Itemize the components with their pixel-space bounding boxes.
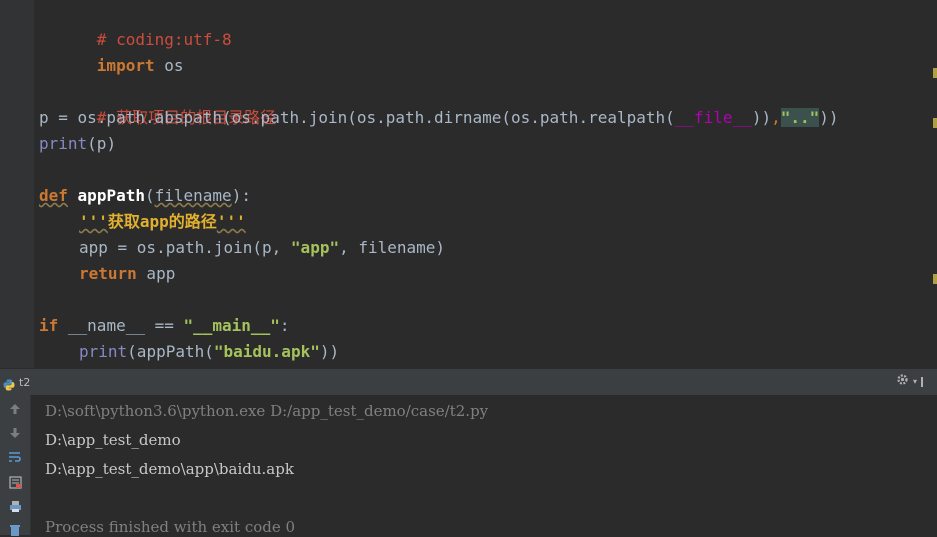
code-line: return app	[39, 261, 839, 287]
code-line: print(appPath("baidu.apk"))	[39, 339, 839, 365]
warning-marker[interactable]	[933, 68, 937, 78]
run-settings: ▾	[896, 373, 931, 390]
console-output-line: D:\app_test_demo	[45, 431, 181, 449]
console-command-line: D:\soft\python3.6\python.exe D:/app_test…	[45, 402, 489, 420]
code-editor[interactable]: # coding:utf-8 import os # 获取项目的根目录路径 p …	[0, 0, 937, 368]
run-tab[interactable]: t2	[0, 369, 30, 395]
console-output-line: D:\app_test_demo\app\baidu.apk	[45, 460, 294, 478]
string-literal: "baidu.apk"	[213, 342, 320, 361]
function-name: appPath	[77, 186, 145, 205]
run-toolbar	[0, 395, 31, 536]
warning-marker[interactable]	[933, 274, 937, 284]
string-literal: "__main__"	[183, 316, 280, 335]
dunder-token: __name__	[67, 316, 145, 335]
docstring-quote: '''	[216, 212, 246, 231]
code-line: p = os.path.abspath(os.path.join(os.path…	[39, 105, 839, 131]
python-icon	[3, 376, 15, 391]
gear-icon[interactable]	[896, 373, 909, 390]
code-text[interactable]: # coding:utf-8 import os # 获取项目的根目录路径 p …	[39, 1, 839, 365]
scroll-to-end-icon[interactable]	[7, 474, 23, 490]
code-line: print(p)	[39, 131, 839, 157]
string-literal: "app"	[290, 238, 340, 257]
dropdown-arrow-icon[interactable]: ▾	[913, 377, 917, 386]
code-token: (	[144, 186, 155, 205]
code-token: (appPath(	[127, 342, 214, 361]
parameter: filename	[154, 186, 232, 205]
docstring-quote: '''	[79, 212, 108, 231]
code-token: :	[279, 316, 290, 335]
code-token: os	[154, 56, 184, 75]
console-exit-line: Process finished with exit code 0	[45, 518, 296, 535]
code-token: ))	[319, 342, 340, 361]
run-panel-header: t2 ▾	[0, 368, 937, 396]
code-token: ==	[144, 316, 184, 335]
run-console[interactable]: D:\soft\python3.6\python.exe D:/app_test…	[31, 395, 937, 535]
docstring: 获取app的路径	[107, 212, 217, 231]
keyword: if	[39, 316, 59, 335]
code-line: # 获取项目的根目录路径	[39, 79, 839, 127]
keyword: return	[79, 264, 137, 283]
keyword: def	[39, 186, 68, 205]
run-tab-label: t2	[19, 375, 31, 389]
editor-gutter	[0, 0, 34, 368]
code-token: p = os.path.abspath(os.path.join(os.path…	[39, 108, 675, 127]
code-token: app	[136, 264, 176, 283]
builtin-token: print	[79, 342, 128, 361]
code-token: (p)	[87, 134, 117, 153]
print-icon[interactable]	[7, 498, 23, 514]
dunder-token: __file__	[674, 108, 752, 127]
code-token: ))	[819, 108, 839, 127]
code-token: ,	[771, 108, 781, 127]
soft-wrap-icon[interactable]	[7, 449, 23, 465]
code-line: app = os.path.join(p, "app", filename)	[39, 235, 839, 261]
code-line: # coding:utf-8	[39, 1, 839, 49]
warning-marker[interactable]	[933, 118, 937, 128]
builtin-token: print	[39, 134, 88, 153]
code-line: if __name__ == "__main__":	[39, 313, 839, 339]
string-literal: ".."	[780, 108, 820, 127]
code-line: '''获取app的路径'''	[39, 209, 839, 235]
code-token: ):	[231, 186, 251, 205]
code-token: app = os.path.join(p,	[79, 238, 291, 257]
console-empty-line	[45, 484, 488, 513]
code-line: def appPath(filename):	[39, 183, 839, 209]
hide-panel-icon[interactable]	[921, 376, 931, 387]
arrow-up-icon[interactable]	[7, 401, 23, 417]
code-token: ))	[751, 108, 772, 127]
code-token: , filename)	[339, 238, 446, 257]
arrow-down-icon[interactable]	[7, 425, 23, 441]
keyword: import	[96, 56, 155, 75]
comment: # coding:utf-8	[96, 30, 232, 49]
